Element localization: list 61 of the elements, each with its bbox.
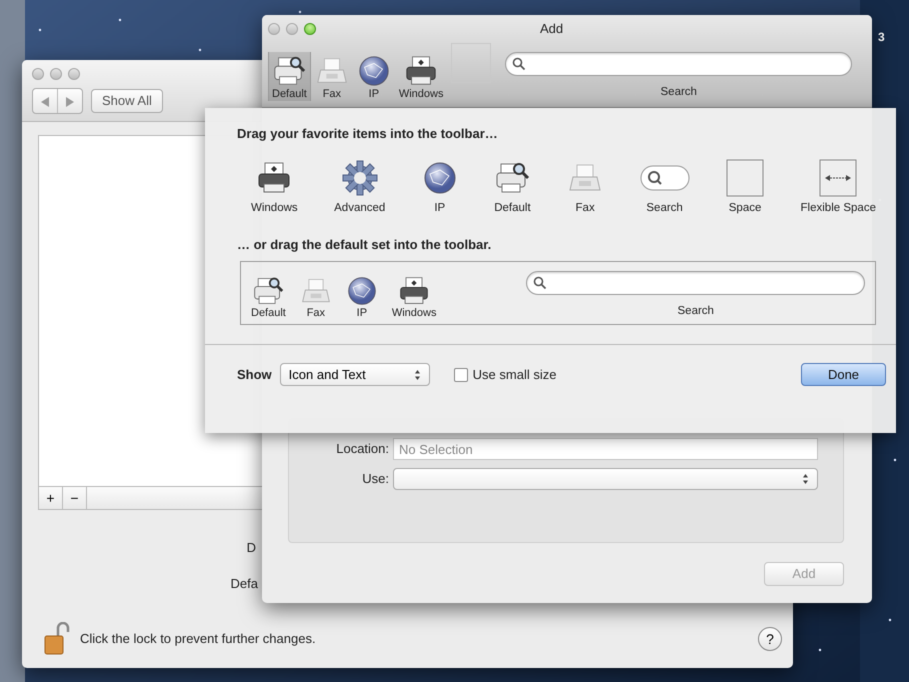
location-field[interactable]: No Selection [393,438,818,460]
zoom-button[interactable] [304,23,316,35]
sheet-heading: … or drag the default set into the toolbar. [236,236,492,254]
default-set-item: Windows [388,272,440,320]
window-title: Add [540,20,564,38]
globe-icon [422,160,458,196]
default-set-item: Default [247,272,290,320]
use-popup[interactable] [393,468,818,490]
zoom-button[interactable] [68,68,80,80]
palette-item[interactable]: Fax [567,158,604,216]
toolbar-button[interactable]: Windows [394,52,448,101]
back-icon [41,96,49,107]
printer-icon [256,160,292,196]
forward-icon [66,96,74,107]
printer-icon [398,274,430,307]
show-label: Show [237,366,272,384]
field-label: Location: [335,440,389,458]
minimize-button[interactable] [50,68,62,80]
search-icon [533,276,548,290]
search-field[interactable] [505,52,852,76]
checkbox[interactable] [454,368,468,382]
done-button[interactable]: Done [801,362,886,386]
palette-item[interactable]: Search [640,158,690,216]
field-label: Search [660,84,697,100]
close-button[interactable] [268,23,280,35]
checkbox-label: Use small size [472,366,556,384]
palette-item[interactable]: Flexible Space [800,158,876,216]
palette-item[interactable]: Default [494,158,531,216]
toolbar-button[interactable]: Default [268,52,311,101]
field-label: Defa [230,575,258,593]
show-popup[interactable]: Icon and Text [280,362,430,386]
palette-item[interactable]: IP [422,158,458,216]
lock-icon[interactable] [44,622,72,656]
field-label: D [246,539,256,557]
default-set-item: Fax [296,272,336,320]
show-all-button[interactable]: Show All [91,89,163,113]
sheet-heading: Drag your favorite items into the toolbar… [236,125,499,143]
globe-icon [356,54,391,88]
default-set-box[interactable]: Default Fax IP Windows Search [240,260,876,325]
printer-icon [252,274,284,307]
palette-item[interactable]: Windows [251,158,298,216]
minimize-button[interactable] [286,23,298,35]
globe-icon [346,274,378,307]
palette-item[interactable]: Space [726,158,764,216]
search-icon [512,56,526,71]
toolbar-button[interactable]: IP [352,52,395,101]
field-label: Search [678,304,714,319]
menu-bar-text: 3 [878,29,885,46]
updown-arrow-icon [414,368,421,381]
remove-button[interactable]: − [63,487,87,509]
toolbar-button[interactable]: Fax [310,52,353,101]
default-set-item: IP [342,272,382,320]
square-icon [726,158,764,196]
help-button[interactable]: ? [758,627,782,651]
palette-item[interactable]: Advanced [334,158,386,216]
lock-message: Click the lock to prevent further changes. [80,630,316,648]
search-icon [640,164,690,190]
close-button[interactable] [32,68,44,80]
updown-arrow-icon [802,473,809,485]
field-label: Use: [361,470,389,488]
add-button[interactable]: + [39,487,63,509]
